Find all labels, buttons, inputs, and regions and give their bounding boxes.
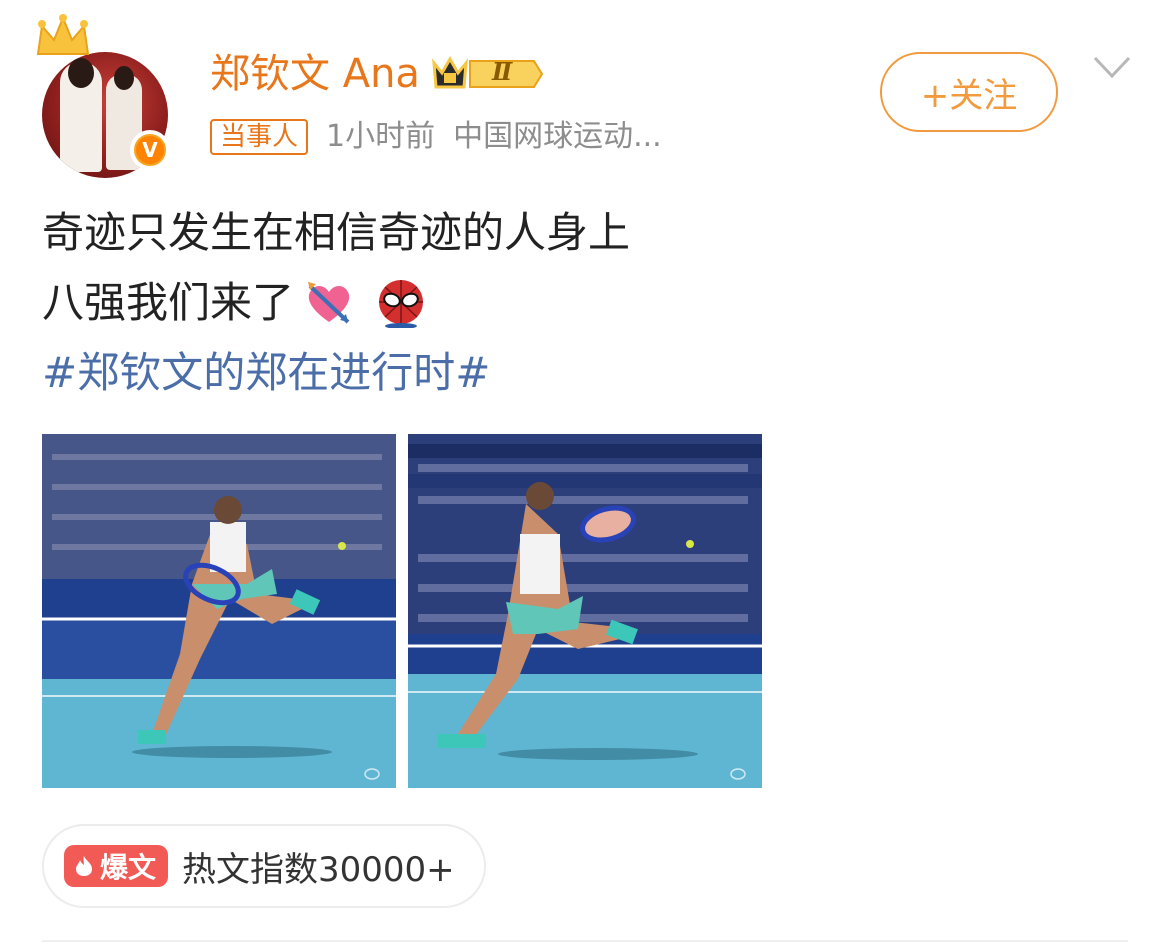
hot-badge: 爆文 — [64, 845, 169, 887]
crown-level-icon — [432, 55, 544, 89]
weibo-post: V 郑钦文 Ana Ⅱ 当事人 1小时前 中国网球运动... +关注 奇迹只发生… — [0, 0, 1170, 947]
heart-with-arrow-icon — [308, 282, 350, 324]
post-text-line-1: 奇迹只发生在相信奇迹的人身上 — [42, 208, 631, 257]
hot-index-pill[interactable]: 爆文 热文指数30000+ — [42, 824, 486, 908]
crown-icon — [36, 14, 90, 55]
follow-label: +关注 — [920, 75, 1018, 116]
party-tag: 当事人 — [210, 119, 309, 155]
follow-button[interactable]: +关注 — [880, 52, 1058, 132]
divider — [42, 940, 1128, 942]
post-image-1[interactable] — [42, 434, 396, 788]
post-body: 奇迹只发生在相信奇迹的人身上 八强我们来了 #郑钦文的郑在进行时# — [42, 198, 1122, 408]
avatar-container[interactable]: V — [36, 14, 172, 178]
author-row: 郑钦文 Ana Ⅱ — [210, 46, 546, 102]
weibo-watermark-icon — [364, 768, 380, 780]
post-meta: 当事人 1小时前 中国网球运动... — [210, 116, 662, 158]
flame-icon — [76, 856, 92, 876]
post-source[interactable]: 中国网球运动... — [453, 116, 662, 158]
hot-index-text: 热文指数30000+ — [182, 849, 455, 890]
level-badge[interactable]: Ⅱ — [430, 53, 546, 95]
verified-badge-icon: V — [130, 130, 170, 170]
tennis-photo-1 — [42, 434, 396, 788]
hashtag-link[interactable]: #郑钦文的郑在进行时# — [42, 338, 490, 408]
level-number: Ⅱ — [491, 57, 513, 86]
hashtag-line: #郑钦文的郑在进行时# — [42, 338, 1122, 408]
post-text-line-2: 八强我们来了 — [42, 268, 1122, 338]
chevron-down-icon[interactable] — [1092, 54, 1132, 80]
hot-badge-label: 爆文 — [100, 851, 157, 884]
post-image-2[interactable] — [408, 434, 762, 788]
post-time: 1小时前 — [326, 119, 436, 154]
tennis-photo-2 — [408, 434, 762, 788]
author-name[interactable]: 郑钦文 Ana — [210, 46, 420, 102]
weibo-watermark-icon — [730, 768, 746, 780]
spider-man-icon — [379, 280, 424, 328]
